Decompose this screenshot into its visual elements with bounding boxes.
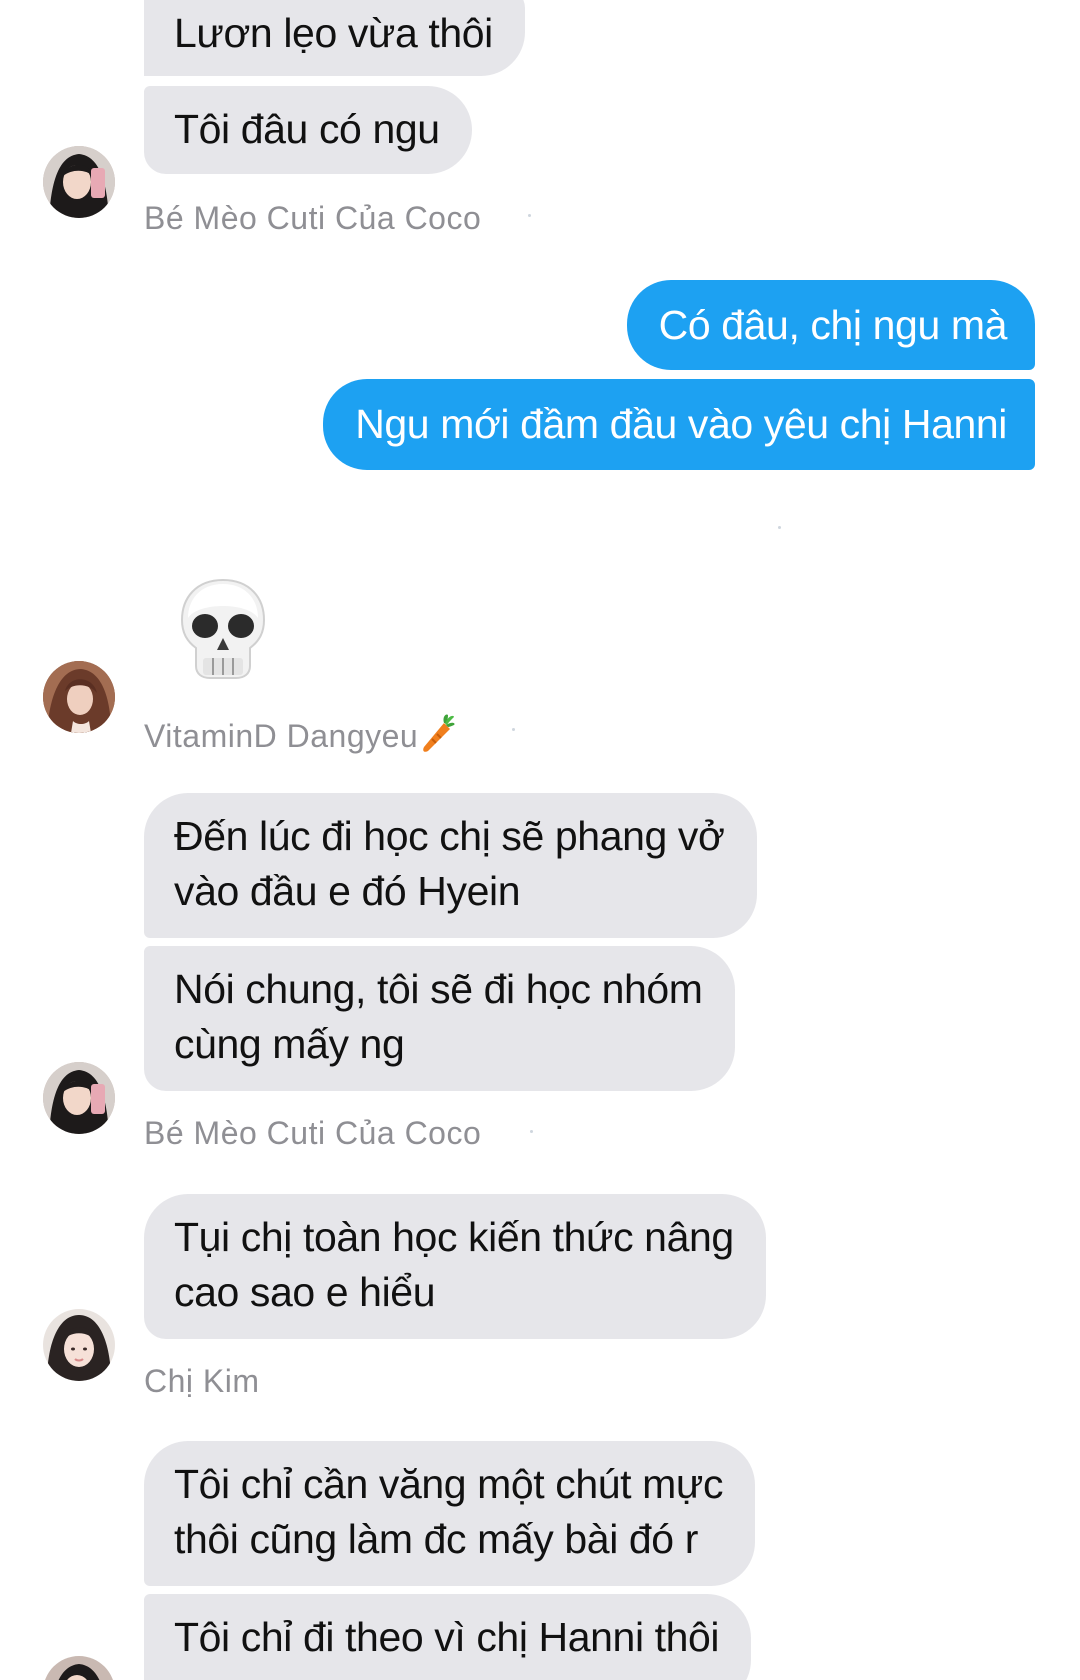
read-marker [512,728,515,731]
message-text: vào đầu e đó Hyein [174,868,521,914]
message-text: Tôi chỉ cần văng một chút mực [174,1461,724,1507]
message-text: Tôi chỉ đi theo vì chị Hanni thôi [174,1614,720,1660]
message-bubble[interactable]: Lươn lẹo vừa thôi [144,0,525,76]
avatar[interactable] [43,146,115,218]
avatar[interactable] [43,1309,115,1381]
message-bubble[interactable]: Nói chung, tôi sẽ đi học nhóm cùng mấy n… [144,946,735,1091]
message-bubble[interactable]: Tôi chỉ đi theo vì chị Hanni thôi [144,1594,752,1680]
chat-thread: Lươn lẹo vừa thôi Tôi đâu có ngu Bé Mèo … [0,0,1080,1680]
skull-emoji[interactable] [176,576,270,685]
avatar[interactable] [43,661,115,733]
sender-name: Bé Mèo Cuti Của Coco [144,200,482,236]
message-text: Lươn lẹo vừa thôi [174,10,493,56]
sender-name: Chị Kim [144,1363,260,1399]
carrot-icon [423,714,455,752]
message-bubble[interactable]: Đến lúc đi học chị sẽ phang vở vào đầu e… [144,793,757,938]
message-text: thôi cũng làm đc mấy bài đó r [174,1516,698,1562]
message-text: cùng mấy ng [174,1021,405,1067]
read-marker [530,1130,533,1133]
avatar[interactable] [43,1062,115,1134]
message-bubble[interactable]: Có đâu, chị ngu mà [626,280,1035,370]
message-text: Có đâu, chị ngu mà [658,302,1008,348]
message-bubble[interactable]: Tôi chỉ cần văng một chút mực thôi cũng … [144,1441,756,1586]
message-text: cao sao e hiểu [174,1269,436,1315]
message-text: Tôi đâu có ngu [174,106,440,152]
message-text: Tụi chị toàn học kiến thức nâng [174,1214,734,1260]
sender-name: VitaminD Dangyeu [144,713,456,755]
message-text: Ngu mới đầm đầu vào yêu chị Hanni [355,401,1007,447]
message-bubble[interactable]: Ngu mới đầm đầu vào yêu chị Hanni [323,379,1035,470]
message-text: Đến lúc đi học chị sẽ phang vở [174,813,725,859]
message-bubble[interactable]: Tụi chị toàn học kiến thức nâng cao sao … [144,1194,766,1339]
read-marker [778,526,781,529]
avatar[interactable] [43,1656,115,1680]
sender-name: Bé Mèo Cuti Của Coco [144,1115,482,1151]
sender-label: VitaminD Dangyeu [144,718,419,754]
message-text: Nói chung, tôi sẽ đi học nhóm [174,966,703,1012]
message-bubble[interactable]: Tôi đâu có ngu [144,86,472,174]
read-marker [528,214,531,217]
